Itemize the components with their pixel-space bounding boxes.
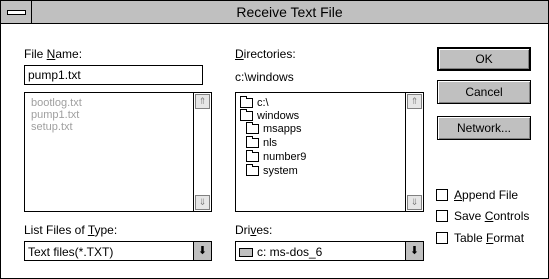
table-format-checkbox[interactable] [436, 232, 448, 244]
scroll-down-arrow-icon[interactable]: ⇓ [195, 195, 210, 210]
list-item[interactable]: bootlog.txt [31, 97, 82, 109]
file-list[interactable]: bootlog.txt pump1.txt setup.txt ⇑ ⇓ [24, 92, 212, 212]
dropdown-arrow-icon[interactable]: ⬇ [405, 242, 423, 260]
open-folder-icon [240, 109, 253, 122]
folder-icon [246, 136, 259, 149]
table-format-label[interactable]: Table Format [454, 231, 524, 245]
file-type-label: List Files of Type: [24, 223, 118, 237]
system-menu-icon [7, 10, 26, 15]
file-type-value: Text files(*.TXT) [28, 245, 114, 259]
dropdown-arrow-icon[interactable]: ⬇ [193, 242, 211, 260]
system-menu-button[interactable] [1, 1, 32, 23]
append-file-label[interactable]: Append File [454, 188, 518, 202]
list-item[interactable]: setup.txt [31, 121, 73, 133]
open-folder-icon [240, 96, 253, 109]
directory-item[interactable]: system [246, 164, 298, 177]
file-name-label: File Name: [24, 47, 83, 61]
file-list-scrollbar[interactable]: ⇑ ⇓ [193, 93, 211, 211]
folder-icon [246, 122, 259, 135]
network-button[interactable]: Network... [437, 116, 531, 140]
save-controls-checkbox[interactable] [436, 210, 448, 222]
save-controls-label[interactable]: Save Controls [454, 209, 529, 223]
file-name-input[interactable]: pump1.txt [24, 65, 203, 85]
directory-list-scrollbar[interactable]: ⇑ ⇓ [405, 93, 423, 211]
title-bar: Receive Text File [1, 1, 548, 24]
drives-label: Drives: [235, 223, 273, 237]
current-directory: c:\windows [235, 70, 294, 84]
drives-value: c: ms-dos_6 [239, 245, 322, 259]
append-file-checkbox[interactable] [436, 189, 448, 201]
folder-icon [246, 164, 259, 177]
scroll-up-arrow-icon[interactable]: ⇑ [195, 94, 210, 109]
directory-item[interactable]: windows [240, 109, 299, 122]
dialog-title: Receive Text File [236, 4, 343, 20]
file-type-select[interactable]: Text files(*.TXT) ⬇ [24, 241, 212, 261]
directory-item[interactable]: msapps [246, 122, 302, 135]
hard-drive-icon [239, 248, 253, 258]
directory-item[interactable]: nls [246, 136, 277, 149]
scroll-down-arrow-icon[interactable]: ⇓ [407, 195, 422, 210]
ok-button[interactable]: OK [437, 47, 531, 71]
directory-item[interactable]: number9 [246, 150, 306, 163]
scroll-up-arrow-icon[interactable]: ⇑ [407, 94, 422, 109]
list-item[interactable]: pump1.txt [31, 109, 79, 121]
folder-icon [246, 150, 259, 163]
drives-select[interactable]: c: ms-dos_6 ⬇ [235, 241, 424, 261]
directories-label: Directories: [235, 47, 296, 61]
receive-text-file-dialog: Receive Text File File Name: pump1.txt b… [0, 0, 549, 279]
cancel-button[interactable]: Cancel [437, 80, 531, 104]
directory-item[interactable]: c:\ [240, 96, 269, 109]
directory-list[interactable]: c:\ windows msapps nls number9 system ⇑ … [235, 92, 424, 212]
